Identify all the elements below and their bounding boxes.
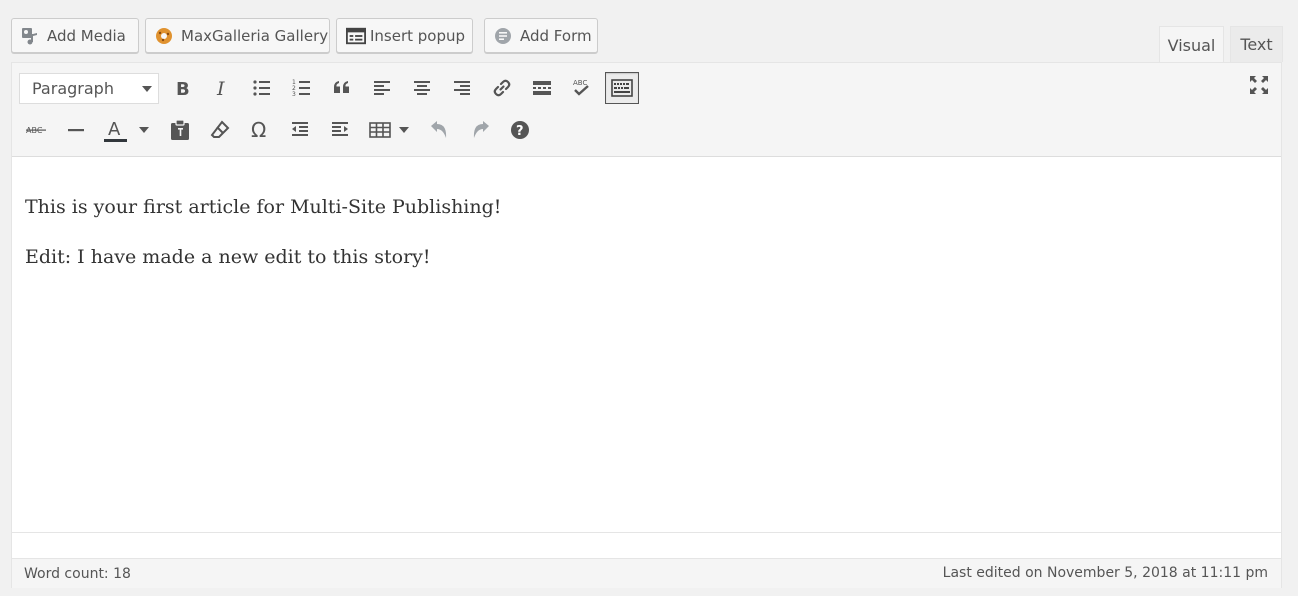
chevron-down-icon	[139, 127, 149, 133]
link-icon	[493, 79, 511, 97]
form-icon	[493, 26, 513, 46]
spellcheck-button[interactable]: ABC	[566, 72, 598, 104]
align-left-icon	[374, 81, 390, 95]
add-media-button[interactable]: Add Media	[11, 18, 139, 53]
editor: Paragraph B I 123 ABC ABC A Ω ? This is …	[11, 62, 1282, 588]
read-more-icon	[533, 81, 551, 95]
media-icon	[20, 26, 40, 46]
horizontal-line-button[interactable]	[60, 114, 92, 146]
undo-button[interactable]	[424, 114, 456, 146]
bold-icon: B	[176, 79, 190, 98]
word-count: Word count: 18	[24, 566, 131, 582]
increase-indent-button[interactable]	[324, 114, 356, 146]
strikethrough-button[interactable]: ABC	[20, 114, 52, 146]
insert-popup-button[interactable]: Insert popup	[336, 18, 473, 53]
bold-button[interactable]: B	[166, 72, 198, 104]
tab-visual-label: Visual	[1167, 35, 1216, 55]
svg-text:?: ?	[516, 124, 524, 139]
blockquote-button[interactable]	[326, 72, 358, 104]
redo-icon	[473, 121, 489, 138]
add-media-label: Add Media	[47, 26, 126, 45]
content-paragraph: This is your first article for Multi-Sit…	[25, 196, 502, 218]
last-edited: Last edited on November 5, 2018 at 11:11…	[942, 565, 1268, 581]
strikethrough-icon: ABC	[26, 126, 46, 135]
toolbar-toggle-button[interactable]	[605, 72, 639, 104]
gallery-donut-icon	[154, 26, 174, 46]
format-select[interactable]: Paragraph	[19, 73, 159, 104]
table-icon	[369, 122, 391, 138]
popup-grid-icon	[346, 26, 366, 46]
svg-text:A: A	[108, 119, 121, 140]
horizontal-line-icon	[68, 129, 84, 132]
undo-icon	[431, 121, 447, 138]
svg-text:I: I	[216, 78, 225, 98]
chevron-down-icon	[399, 127, 409, 133]
tab-text[interactable]: Text	[1230, 26, 1283, 62]
align-left-button[interactable]	[366, 72, 398, 104]
text-color-dropdown[interactable]	[130, 114, 158, 146]
editor-content[interactable]: This is your first article for Multi-Sit…	[12, 158, 1281, 533]
outdent-icon	[292, 122, 308, 136]
tab-text-label: Text	[1240, 35, 1273, 54]
insert-link-button[interactable]	[486, 72, 518, 104]
text-color-button[interactable]: A	[100, 114, 128, 146]
chevron-down-icon	[142, 86, 152, 92]
clipboard-icon	[171, 119, 189, 140]
decrease-indent-button[interactable]	[284, 114, 316, 146]
table-dropdown[interactable]	[392, 114, 416, 146]
keyboard-shortcuts-button[interactable]: ?	[504, 114, 536, 146]
tab-visual[interactable]: Visual	[1159, 26, 1224, 63]
keyboard-icon	[611, 79, 633, 97]
read-more-button[interactable]	[526, 72, 558, 104]
svg-text:ABC: ABC	[573, 79, 587, 87]
text-color-icon: A	[104, 119, 127, 142]
statusbar-divider	[12, 532, 1281, 533]
format-select-value: Paragraph	[32, 79, 114, 98]
svg-text:Ω: Ω	[251, 119, 266, 141]
maxgalleria-label: MaxGalleria Gallery	[181, 26, 329, 45]
expand-icon	[1250, 76, 1268, 94]
editor-toolbar: Paragraph B I 123 ABC ABC A Ω ?	[12, 63, 1281, 157]
italic-button[interactable]: I	[206, 72, 238, 104]
numbered-list-button[interactable]: 123	[286, 72, 318, 104]
italic-icon: I	[216, 78, 225, 98]
help-icon: ?	[511, 121, 529, 139]
clear-formatting-button[interactable]	[204, 114, 236, 146]
align-center-icon	[414, 81, 430, 95]
omega-icon: Ω	[251, 119, 266, 141]
eraser-icon	[210, 120, 230, 138]
add-form-button[interactable]: Add Form	[484, 18, 598, 53]
quote-icon	[334, 81, 349, 93]
insert-popup-label: Insert popup	[370, 26, 466, 45]
redo-button[interactable]	[464, 114, 496, 146]
svg-text:3: 3	[292, 91, 296, 98]
fullscreen-button[interactable]	[1243, 69, 1275, 101]
add-form-label: Add Form	[520, 26, 592, 45]
editor-statusbar: Word count: 18 Last edited on November 5…	[12, 558, 1281, 588]
numbered-list-icon: 123	[292, 79, 310, 98]
align-right-icon	[454, 81, 470, 95]
special-character-button[interactable]: Ω	[244, 114, 276, 146]
bulleted-list-icon	[253, 80, 270, 96]
align-right-button[interactable]	[446, 72, 478, 104]
svg-text:B: B	[176, 79, 190, 98]
indent-icon	[332, 122, 348, 136]
content-paragraph: Edit: I have made a new edit to this sto…	[25, 246, 431, 268]
spellcheck-icon: ABC	[573, 79, 589, 96]
maxgalleria-gallery-button[interactable]: MaxGalleria Gallery	[145, 18, 330, 53]
paste-as-text-button[interactable]	[164, 114, 196, 146]
bulleted-list-button[interactable]	[246, 72, 278, 104]
align-center-button[interactable]	[406, 72, 438, 104]
